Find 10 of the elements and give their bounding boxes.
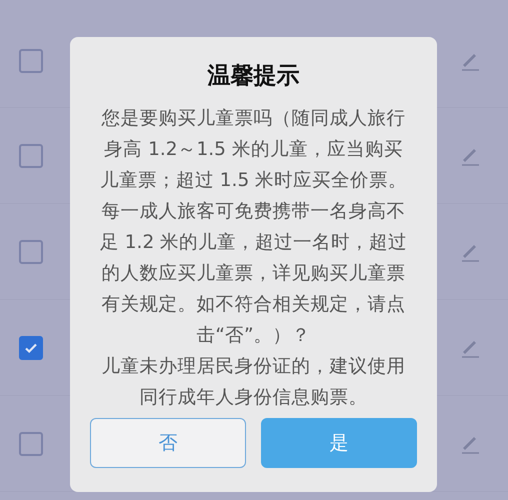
checkbox[interactable]: [19, 240, 43, 264]
checkbox[interactable]: [19, 144, 43, 168]
dialog-message: 您是要购买儿童票吗（随同成人旅行身高 1.2～1.5 米的儿童，应当购买儿童票；超过 1.5 米时应买全价票。每一成人旅客可免费携带一名身高不足 1.2 米的儿童，超过一名时，超过的人数应买儿童票，详见购买儿童票有关规定。如不符合相关规定，请点击“否”。）？: [98, 106, 408, 348]
cancel-button[interactable]: 否: [90, 418, 246, 468]
confirm-button[interactable]: 是: [261, 418, 417, 468]
checkbox[interactable]: [19, 48, 43, 72]
checkbox[interactable]: [19, 336, 43, 360]
dialog-title: 温馨提示: [208, 63, 300, 91]
dialog-message: 儿童未办理居民身份证的，建议使用同行成年人身份信息购票。: [100, 354, 406, 410]
checkbox[interactable]: [19, 432, 43, 456]
